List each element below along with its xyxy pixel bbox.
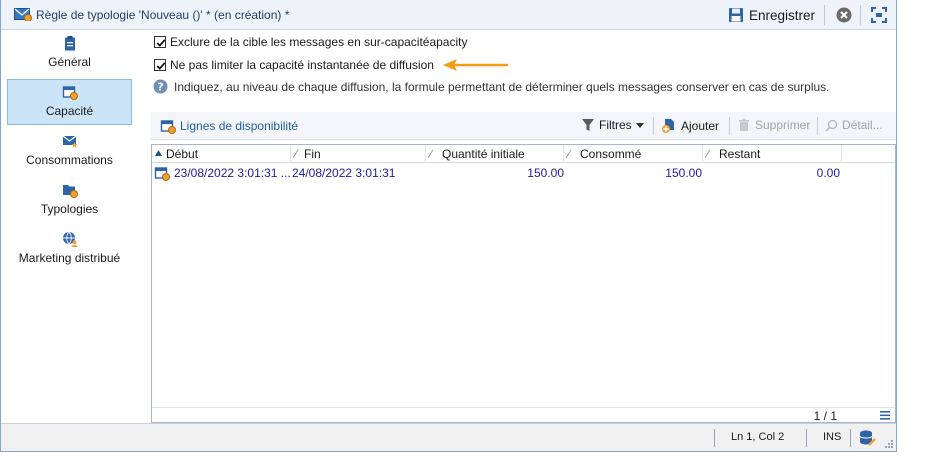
checkmark-icon [156, 62, 166, 70]
checkmark-icon [156, 39, 166, 47]
title-bar: Règle de typologie 'Nouveau ()' * (en cr… [1, 0, 896, 30]
sidebar-item-typologies[interactable]: Typologies [7, 178, 132, 224]
window-title: Règle de typologie 'Nouveau ()' * (en cr… [36, 8, 290, 22]
trash-icon [739, 118, 749, 131]
cell-end: 24/08/2022 3:01:31 [292, 166, 396, 180]
sidebar-item-label: Typologies [40, 202, 99, 216]
column-header-remaining[interactable]: Restant [719, 147, 760, 161]
checkbox-label: Exclure de la cible les messages en sur-… [170, 35, 468, 49]
sidebar-item-label: Consommations [26, 153, 113, 167]
availability-lines-grid: Début ⁄ Fin ⁄ Quantité initiale ⁄ Consom… [151, 144, 896, 423]
column-separator [841, 145, 842, 163]
status-bar: Ln 1, Col 2 INS [1, 423, 896, 451]
grid-header: Début ⁄ Fin ⁄ Quantité initiale ⁄ Consom… [152, 145, 895, 163]
checkbox-box[interactable] [154, 36, 166, 48]
checkbox-label: Ne pas limiter la capacité instantanée d… [170, 58, 434, 72]
cell-remaining: 0.00 [816, 166, 840, 180]
database-icon[interactable] [858, 429, 876, 447]
filter-funnel-icon [582, 119, 594, 131]
add-label: Ajouter [681, 119, 720, 133]
exclude-overcapacity-checkbox[interactable]: Exclure de la cible les messages en sur-… [154, 35, 467, 49]
toolbar-separator [824, 5, 825, 25]
annotation-arrow-icon [443, 59, 509, 71]
svg-text:?: ? [157, 81, 163, 94]
toolbar-separator [817, 117, 818, 135]
sidebar-item-distributed-marketing[interactable]: Marketing distribué [7, 227, 132, 273]
globe-user-icon [62, 231, 77, 247]
column-separator [563, 145, 564, 163]
column-separator [425, 145, 426, 163]
add-button[interactable]: Ajouter [661, 118, 719, 134]
sidebar-item-consumptions[interactable]: Consommations [7, 129, 132, 175]
calendar-gear-icon [62, 86, 78, 100]
cell-start: 23/08/2022 3:01:31 ... [174, 166, 291, 180]
envelope-star-icon [62, 135, 77, 148]
question-circle-icon: ? [153, 79, 168, 94]
column-separator [702, 145, 703, 163]
resize-grip-icon[interactable] [885, 440, 894, 449]
help-text: Indiquez, au niveau de chaque diffusion,… [174, 79, 830, 94]
typology-rule-icon [14, 8, 32, 21]
detail-button[interactable]: Détail... [825, 118, 883, 132]
table-row[interactable]: 23/08/2022 3:01:31 ... 24/08/2022 3:01:3… [152, 164, 895, 182]
pager: 1 / 1 [813, 409, 837, 423]
column-separator [290, 145, 291, 163]
chevron-down-icon [635, 123, 644, 128]
floppy-disk-icon [729, 8, 743, 22]
clipboard-icon [64, 36, 75, 51]
toolbar-separator [729, 117, 730, 135]
folder-gear-icon [62, 185, 78, 198]
column-resize-mark: ⁄ [430, 147, 433, 161]
toolbar-separator [860, 5, 861, 25]
insert-mode: INS [823, 431, 842, 443]
list-menu-icon[interactable] [879, 409, 891, 421]
filters-button[interactable]: Filtres [581, 118, 644, 132]
column-resize-mark: ⁄ [707, 147, 710, 161]
sidebar: Général Capacité Consommations Typologie… [1, 31, 145, 423]
column-header-end[interactable]: Fin [304, 147, 321, 161]
column-resize-mark: ⁄ [295, 147, 298, 161]
delete-button[interactable]: Supprimer [737, 118, 810, 132]
sidebar-item-capacity[interactable]: Capacité [7, 79, 132, 125]
cursor-position: Ln 1, Col 2 [731, 431, 785, 443]
editor-window: Règle de typologie 'Nouveau ()' * (en cr… [0, 0, 897, 452]
calendar-gear-icon [160, 120, 176, 134]
toolbar-separator [653, 117, 654, 135]
filters-label: Filtres [599, 118, 632, 132]
capacity-panel: Exclure de la cible les messages en sur-… [145, 31, 896, 423]
availability-lines-link[interactable]: Lignes de disponibilité [160, 118, 298, 134]
help-row: ? Indiquez, au niveau de chaque diffusio… [153, 79, 830, 94]
no-limit-instant-capacity-checkbox[interactable]: Ne pas limiter la capacité instantanée d… [154, 58, 434, 72]
sidebar-item-general[interactable]: Général [7, 31, 132, 77]
magnifier-icon [825, 119, 838, 132]
availability-lines-toolbar: Lignes de disponibilité Filtres Ajouter [151, 112, 896, 140]
calendar-gear-icon [154, 167, 170, 181]
add-document-icon [662, 119, 674, 133]
sort-ascending-icon [155, 150, 162, 156]
column-header-initial-quantity[interactable]: Quantité initiale [442, 147, 525, 161]
close-circle-icon[interactable] [836, 7, 852, 23]
grid-footer: 1 / 1 [152, 407, 895, 423]
cell-consumed: 150.00 [665, 166, 702, 180]
status-separator [806, 429, 807, 447]
sidebar-item-label: Marketing distribué [18, 251, 121, 265]
detail-label: Détail... [842, 118, 883, 132]
save-button-label: Enregistrer [749, 7, 816, 23]
save-button[interactable]: Enregistrer [728, 5, 815, 25]
column-header-consumed[interactable]: Consommé [580, 147, 641, 161]
delete-label: Supprimer [755, 118, 811, 132]
status-separator [714, 429, 715, 447]
column-header-start[interactable]: Début [166, 147, 198, 161]
status-separator [850, 429, 851, 447]
fullscreen-icon[interactable] [870, 6, 888, 24]
checkbox-box[interactable] [154, 59, 166, 71]
sidebar-item-label: Capacité [45, 104, 94, 118]
column-resize-mark: ⁄ [568, 147, 571, 161]
list-title: Lignes de disponibilité [180, 119, 299, 133]
cell-initial-quantity: 150.00 [527, 166, 564, 180]
sidebar-item-label: Général [48, 55, 91, 69]
